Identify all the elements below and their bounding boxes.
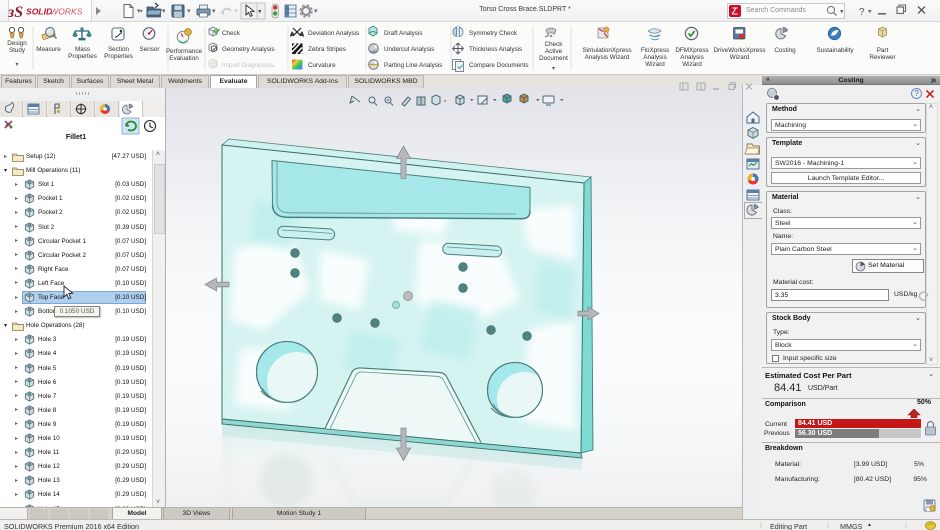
svg-text:?: ? [859, 7, 865, 18]
svg-text:▾: ▾ [212, 8, 216, 15]
svg-text:▾: ▾ [258, 9, 262, 16]
svg-text:▾: ▾ [187, 8, 191, 15]
svg-text:▾: ▾ [234, 8, 238, 15]
svg-text:SOLID: SOLID [26, 7, 52, 17]
svg-text:▾: ▾ [137, 8, 141, 15]
svg-text:WORKS: WORKS [50, 7, 83, 17]
svg-text:▾: ▾ [314, 8, 318, 15]
svg-text:▾: ▾ [162, 8, 166, 15]
svg-text:▾: ▾ [868, 9, 872, 16]
svg-text:▾: ▾ [840, 9, 844, 16]
svg-text:зS: зS [7, 4, 23, 21]
